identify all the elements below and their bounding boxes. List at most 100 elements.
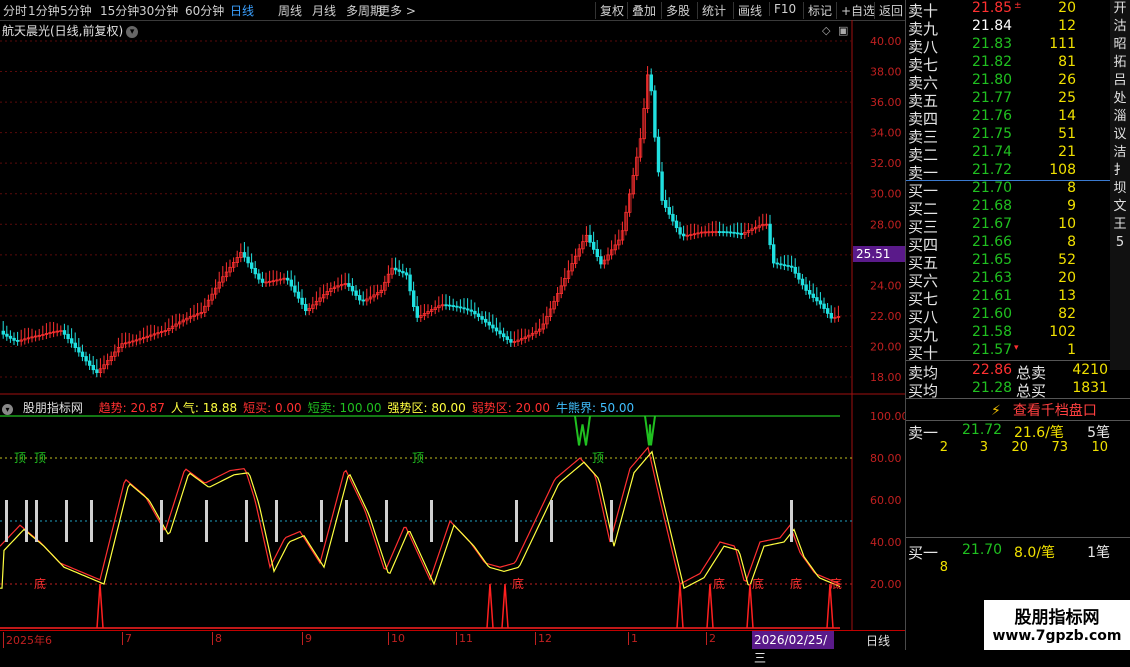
- bids-level-4[interactable]: 买五 21.65 52: [906, 252, 1111, 272]
- candle-body: [678, 227, 682, 235]
- asks-level-6[interactable]: 卖四 21.76 14: [906, 108, 1111, 128]
- toolbar-button-5[interactable]: F10: [769, 2, 796, 16]
- candle-body: [772, 244, 776, 264]
- qianbang-button[interactable]: ⚡ 查看千档盘口: [991, 400, 1121, 419]
- x-axis-label: 1: [628, 632, 638, 645]
- period-tab-3[interactable]: 15分钟: [100, 2, 139, 19]
- asks-level-3[interactable]: 卖七 21.82 81: [906, 54, 1111, 74]
- candle-body: [682, 233, 686, 237]
- side-news-strip[interactable]: 开沽昭拓吕处淄议洁扌坝文王5: [1110, 0, 1130, 370]
- level-price: 21.60: [972, 306, 1013, 322]
- asks-level-5[interactable]: 卖五 21.77 25: [906, 90, 1111, 110]
- toolbar-button-1[interactable]: 叠加: [627, 2, 656, 19]
- asks-level-0[interactable]: 卖十 21.85 ±20: [906, 0, 1111, 20]
- candle-body: [804, 284, 808, 291]
- candle-body: [786, 265, 790, 267]
- kline-chart[interactable]: 40.0038.0036.0034.0032.0030.0028.0026.00…: [0, 20, 905, 630]
- period-tab-4[interactable]: 30分钟: [139, 2, 178, 19]
- indicator-legend: ▾ 股朋指标网 趋势: 20.87 人气: 18.88 短买: 0.00 短卖: 10…: [2, 399, 640, 416]
- period-tab-7[interactable]: 周线: [278, 2, 302, 19]
- sell-marker-1: [644, 415, 656, 446]
- asks-level-4[interactable]: 卖六 21.80 26: [906, 72, 1111, 92]
- period-tab-9[interactable]: 多周期: [346, 2, 382, 19]
- candle-body: [458, 306, 463, 309]
- toolbar-button-0[interactable]: 复权: [595, 2, 624, 19]
- bids-level-1[interactable]: 买二 21.68 9: [906, 198, 1111, 218]
- level-volume: 111: [1049, 36, 1076, 52]
- bids-level-6[interactable]: 买七 21.61 13: [906, 288, 1111, 308]
- period-tab-6[interactable]: 日线: [230, 2, 254, 19]
- level-volume: 21: [1058, 144, 1076, 160]
- toolbar-button-4[interactable]: 画线: [733, 2, 762, 19]
- bids-level-3[interactable]: 买四 21.66 8: [906, 234, 1111, 254]
- candle-body: [782, 264, 787, 267]
- legend-item-0: 趋势: 20.87: [98, 401, 165, 415]
- period-tab-5[interactable]: 60分钟: [185, 2, 224, 19]
- chart-title: 航天晨光(日线,前复权) ▾: [2, 22, 139, 39]
- candle-body: [62, 330, 67, 335]
- candle-body: [483, 318, 488, 323]
- period-tab-8[interactable]: 月线: [312, 2, 336, 19]
- total-sell: 4210: [1072, 362, 1108, 378]
- stock-title: 航天晨光(日线,前复权): [2, 24, 124, 38]
- bids-level-9[interactable]: 买十 21.57 ▾ 1: [906, 342, 1111, 362]
- bottom-label: 底: [34, 576, 46, 591]
- period-tab-1[interactable]: 1分钟: [28, 2, 60, 19]
- watermark: 股朋指标网 www.7gpzb.com: [984, 600, 1130, 650]
- bids-level-8[interactable]: 买九 21.58 102: [906, 324, 1111, 344]
- signal-bar: [35, 500, 38, 542]
- bids-level-5[interactable]: 买六 21.63 20: [906, 270, 1111, 290]
- candle-body: [8, 335, 13, 339]
- main-y-tick: 24.00: [870, 279, 902, 292]
- asks-level-9[interactable]: 卖一 21.72 108: [906, 162, 1111, 182]
- toolbar-button-8[interactable]: 返回: [874, 2, 903, 19]
- signal-bar: [345, 500, 348, 542]
- candle-body: [285, 277, 290, 281]
- toolbar-button-6[interactable]: 标记: [803, 2, 832, 19]
- bids-level-7[interactable]: 买八 21.60 82: [906, 306, 1111, 326]
- x-axis-label: 2025年6: [3, 632, 52, 648]
- top-label: 顶: [592, 451, 604, 465]
- candle-body: [656, 136, 661, 173]
- asks-level-1[interactable]: 卖九 21.84 12: [906, 18, 1111, 38]
- bids-level-2[interactable]: 买三 21.67 10: [906, 216, 1111, 236]
- candle-body: [660, 171, 664, 201]
- level-price: 21.83: [972, 36, 1013, 52]
- grid-icon[interactable]: ▣: [838, 24, 848, 37]
- diamond-icon[interactable]: ◇: [822, 24, 830, 37]
- toolbar-button-2[interactable]: 多股: [661, 2, 690, 19]
- period-tab-0[interactable]: 分时: [3, 2, 27, 19]
- legend-item-4: 强势区: 80.00: [387, 401, 466, 415]
- signal-bar: [550, 500, 553, 542]
- asks-level-7[interactable]: 卖三 21.75 51: [906, 126, 1111, 146]
- chevron-down-icon[interactable]: ▾: [2, 404, 13, 415]
- chevron-down-icon[interactable]: ▾: [126, 25, 139, 38]
- candle-body: [494, 327, 499, 332]
- period-label[interactable]: 日线: [866, 632, 890, 649]
- asks-level-8[interactable]: 卖二 21.74 21: [906, 144, 1111, 164]
- indicator-name-wrap[interactable]: ▾ 股朋指标网: [2, 401, 89, 415]
- x-axis-label: 9: [302, 632, 312, 645]
- qianbang-label: 查看千档盘口: [1012, 403, 1097, 419]
- candle-body: [476, 313, 481, 317]
- candle-body: [411, 290, 416, 307]
- period-tab-10[interactable]: 更多 >: [378, 2, 416, 19]
- level-price: 21.85: [972, 0, 1013, 16]
- signal-bar: [245, 500, 248, 542]
- lightning-icon: ⚡: [991, 403, 1001, 419]
- period-tab-2[interactable]: 5分钟: [60, 2, 92, 19]
- level-volume: 13: [1058, 288, 1076, 304]
- asks-level-2[interactable]: 卖八 21.83 111: [906, 36, 1111, 56]
- candle-body: [599, 256, 603, 265]
- avg-sell-price: 22.86: [972, 362, 1013, 378]
- bids-level-0[interactable]: 买一 21.70 8: [906, 180, 1111, 200]
- candle-body: [5, 333, 9, 337]
- candle-body: [664, 200, 668, 208]
- toolbar-button-7[interactable]: +自选: [836, 2, 875, 19]
- candle-body: [361, 299, 365, 302]
- candle-body: [808, 290, 812, 295]
- candle-body: [653, 90, 657, 138]
- toolbar-button-3[interactable]: 统计: [697, 2, 726, 19]
- x-axis-label: 11: [456, 632, 473, 645]
- candle-body: [444, 304, 448, 307]
